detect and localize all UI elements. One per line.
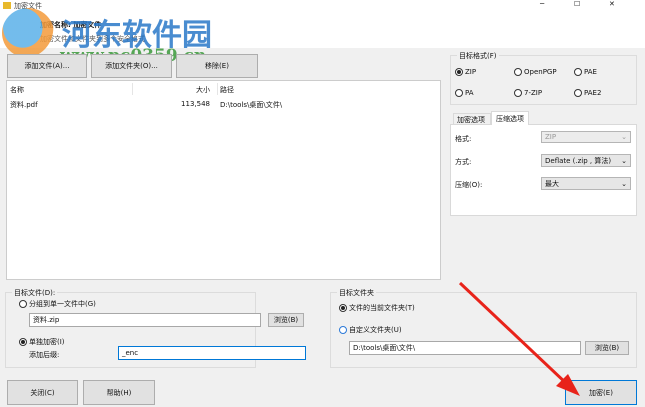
annotation-arrow-icon bbox=[458, 281, 580, 396]
tab-compression-options[interactable]: 压缩选项 bbox=[491, 111, 529, 125]
